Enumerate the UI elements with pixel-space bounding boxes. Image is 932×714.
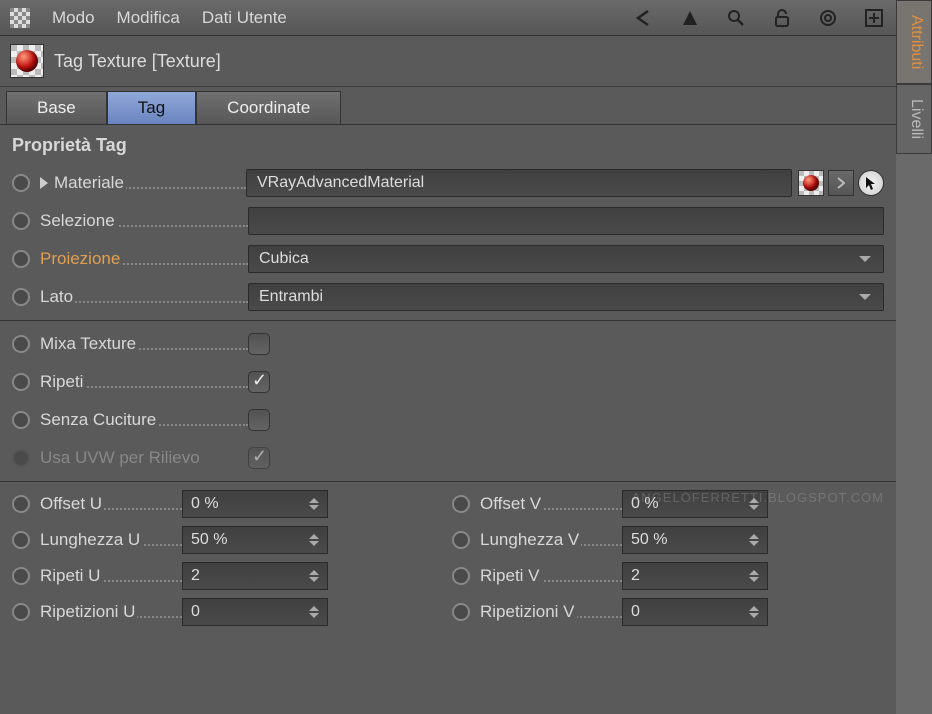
offset-u-input[interactable]: 0 % bbox=[182, 490, 328, 518]
proiezione-dropdown[interactable]: Cubica bbox=[248, 245, 884, 273]
materiale-field[interactable]: VRayAdvancedMaterial bbox=[246, 169, 792, 197]
ripetizioni-u-input[interactable]: 0 bbox=[182, 598, 328, 626]
lunghezza-u-label: Lunghezza U bbox=[40, 530, 182, 550]
material-swatch-icon[interactable] bbox=[798, 170, 824, 196]
object-header: Tag Texture [Texture] bbox=[0, 36, 896, 87]
menu-dati-utente[interactable]: Dati Utente bbox=[202, 8, 287, 28]
material-expand-icon[interactable] bbox=[828, 170, 854, 196]
tab-tag[interactable]: Tag bbox=[107, 91, 196, 124]
nav-back-icon[interactable] bbox=[632, 6, 656, 30]
side-tabs: Attributi Livelli bbox=[896, 0, 932, 714]
ripetizioni-u-label: Ripetizioni U bbox=[40, 602, 182, 622]
expand-icon[interactable] bbox=[40, 177, 48, 189]
ripeti-u-input[interactable]: 2 bbox=[182, 562, 328, 590]
target-icon[interactable] bbox=[816, 6, 840, 30]
usa-uvw-checkbox bbox=[248, 447, 270, 469]
proiezione-label: Proiezione bbox=[40, 249, 248, 269]
ripetizioni-v-label: Ripetizioni V bbox=[480, 602, 622, 622]
menu-modo[interactable]: Modo bbox=[52, 8, 95, 28]
anim-toggle-lunghezza-u[interactable] bbox=[12, 531, 30, 549]
anim-toggle-ripetizioni-v[interactable] bbox=[452, 603, 470, 621]
anim-toggle-mixa[interactable] bbox=[12, 335, 30, 353]
anim-toggle-ripeti-v[interactable] bbox=[452, 567, 470, 585]
ripeti-checkbox[interactable] bbox=[248, 371, 270, 393]
lato-dropdown[interactable]: Entrambi bbox=[248, 283, 884, 311]
side-tab-livelli[interactable]: Livelli bbox=[896, 84, 932, 154]
search-icon[interactable] bbox=[724, 6, 748, 30]
object-title: Tag Texture [Texture] bbox=[54, 51, 221, 72]
anim-toggle-usa-uvw bbox=[12, 449, 30, 467]
grid-icon[interactable] bbox=[10, 8, 30, 28]
tab-coordinate[interactable]: Coordinate bbox=[196, 91, 341, 124]
usa-uvw-label: Usa UVW per Rilievo bbox=[40, 448, 248, 468]
anim-toggle-ripeti[interactable] bbox=[12, 373, 30, 391]
menu-modifica[interactable]: Modifica bbox=[117, 8, 180, 28]
anim-toggle-ripetizioni-u[interactable] bbox=[12, 603, 30, 621]
ripeti-u-label: Ripeti U bbox=[40, 566, 182, 586]
anim-toggle-proiezione[interactable] bbox=[12, 250, 30, 268]
lunghezza-v-input[interactable]: 50 % bbox=[622, 526, 768, 554]
senza-cuciture-checkbox[interactable] bbox=[248, 409, 270, 431]
lock-icon[interactable] bbox=[770, 6, 794, 30]
side-tab-attributi[interactable]: Attributi bbox=[896, 0, 932, 84]
lunghezza-v-label: Lunghezza V bbox=[480, 530, 622, 550]
watermark: ANGELOFERRETTI.BLOGSPOT.COM bbox=[632, 490, 884, 505]
anim-toggle-lato[interactable] bbox=[12, 288, 30, 306]
new-element-icon[interactable] bbox=[862, 6, 886, 30]
anim-toggle-senza-cuciture[interactable] bbox=[12, 411, 30, 429]
lato-label: Lato bbox=[40, 287, 248, 307]
ripeti-v-input[interactable]: 2 bbox=[622, 562, 768, 590]
anim-toggle-selezione[interactable] bbox=[12, 212, 30, 230]
anim-toggle-materiale[interactable] bbox=[12, 174, 30, 192]
mixa-texture-label: Mixa Texture bbox=[40, 334, 248, 354]
ripeti-label: Ripeti bbox=[40, 372, 248, 392]
materiale-label: Materiale bbox=[54, 173, 246, 193]
senza-cuciture-label: Senza Cuciture bbox=[40, 410, 248, 430]
property-tabs: Base Tag Coordinate bbox=[0, 87, 896, 124]
section-title: Proprietà Tag bbox=[0, 124, 896, 164]
offset-u-label: Offset U bbox=[40, 494, 182, 514]
mixa-texture-checkbox[interactable] bbox=[248, 333, 270, 355]
anim-toggle-ripeti-u[interactable] bbox=[12, 567, 30, 585]
ripeti-v-label: Ripeti V bbox=[480, 566, 622, 586]
nav-up-icon[interactable] bbox=[678, 6, 702, 30]
lunghezza-u-input[interactable]: 50 % bbox=[182, 526, 328, 554]
selezione-label: Selezione bbox=[40, 211, 248, 231]
anim-toggle-lunghezza-v[interactable] bbox=[452, 531, 470, 549]
material-preview-icon bbox=[10, 44, 44, 78]
tab-base[interactable]: Base bbox=[6, 91, 107, 124]
picker-cursor-icon[interactable] bbox=[858, 170, 884, 196]
anim-toggle-offset-u[interactable] bbox=[12, 495, 30, 513]
offset-v-label: Offset V bbox=[480, 494, 622, 514]
menu-bar: Modo Modifica Dati Utente bbox=[0, 0, 896, 36]
ripetizioni-v-input[interactable]: 0 bbox=[622, 598, 768, 626]
anim-toggle-offset-v[interactable] bbox=[452, 495, 470, 513]
selezione-field[interactable] bbox=[248, 207, 884, 235]
